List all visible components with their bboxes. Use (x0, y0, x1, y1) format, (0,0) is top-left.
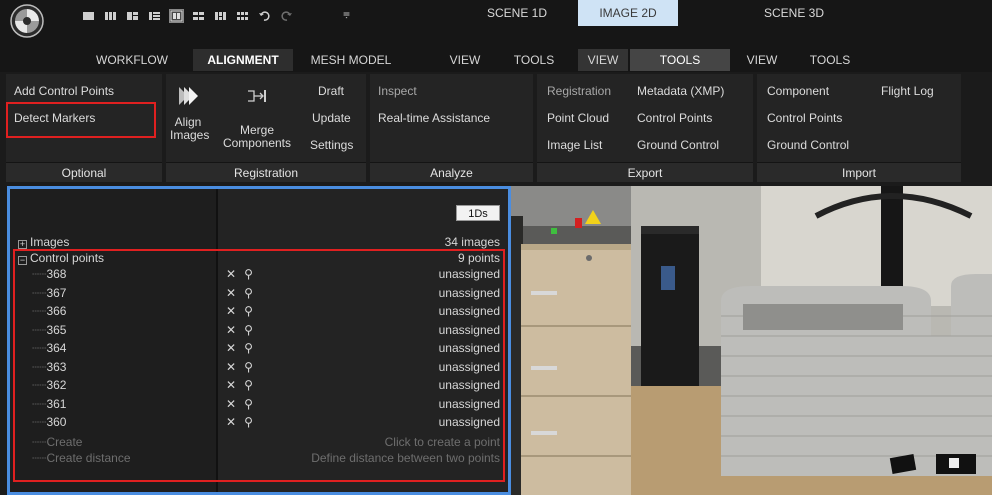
layout-1-icon[interactable] (82, 10, 95, 22)
group-label-analyze: Analyze (370, 162, 533, 182)
export-ground-control-button[interactable]: Ground Control (637, 138, 719, 152)
import-control-points-button[interactable]: Control Points (767, 111, 842, 125)
tab-alignment[interactable]: ALIGNMENT (193, 49, 293, 71)
layout-list-icon[interactable] (148, 10, 161, 22)
layout-3-columns-icon[interactable] (104, 10, 117, 22)
image-2d-viewport[interactable] (511, 186, 992, 495)
redo-icon[interactable] (280, 10, 293, 22)
merge-components-icon (248, 90, 266, 102)
tab-scene3d-tools[interactable]: TOOLS (800, 49, 860, 71)
tab-scene3d-view[interactable]: VIEW (740, 49, 784, 71)
group-export: Registration Point Cloud Image List Meta… (537, 74, 753, 182)
export-image-list-button[interactable]: Image List (547, 138, 602, 152)
view-badge: 1Ds (456, 205, 500, 221)
group-label-optional: Optional (6, 162, 162, 182)
highlight-detect-markers (6, 102, 156, 138)
title-bar: ⩦ SCENE 1D IMAGE 2D SCENE 3D (0, 0, 992, 44)
ribbon: Add Control Points Detect Markers Option… (0, 72, 992, 184)
group-label-registration: Registration (166, 162, 366, 182)
align-images-label-2: Images (170, 128, 210, 142)
layout-grid-icon[interactable] (169, 9, 184, 23)
expand-icon[interactable]: + (18, 240, 27, 249)
layout-top-icon[interactable] (214, 10, 227, 22)
export-registration-button[interactable]: Registration (547, 84, 611, 98)
tab-image-tools[interactable]: TOOLS (630, 49, 730, 71)
import-component-button[interactable]: Component (767, 84, 829, 98)
tab-tools[interactable]: TOOLS (506, 49, 562, 71)
layout-quad-icon[interactable] (192, 10, 205, 22)
tab-scene-1d[interactable]: SCENE 1D (482, 0, 552, 26)
tree-label-images: + Images (18, 235, 69, 250)
group-analyze: Inspect Real-time Assistance Analyze (370, 74, 533, 182)
customize-toolbar-dropdown-icon[interactable]: ⩦ (343, 6, 350, 21)
images-count: 34 images (444, 235, 500, 249)
group-import: Component Control Points Ground Control … (757, 74, 961, 182)
settings-button[interactable]: Settings (310, 138, 353, 152)
undo-icon[interactable] (258, 10, 271, 22)
draft-button[interactable]: Draft (318, 84, 344, 98)
tab-workflow[interactable]: WORKFLOW (82, 49, 182, 71)
highlight-control-points (13, 249, 505, 482)
import-ground-control-button[interactable]: Ground Control (767, 138, 849, 152)
export-metadata-button[interactable]: Metadata (XMP) (637, 84, 724, 98)
tab-view[interactable]: VIEW (440, 49, 490, 71)
group-label-import: Import (757, 162, 961, 182)
group-registration: Align Images Merge Components Draft Upda… (166, 74, 366, 182)
merge-components-label-2: Components (222, 136, 292, 150)
add-control-points-button[interactable]: Add Control Points (14, 84, 114, 98)
realtime-assistance-button[interactable]: Real-time Assistance (378, 111, 490, 125)
images-label: Images (30, 235, 70, 249)
tab-image-view[interactable]: VIEW (578, 49, 628, 71)
layout-six-icon[interactable] (236, 10, 249, 22)
merge-components-button[interactable]: Merge Components (214, 84, 300, 150)
tab-mesh-model[interactable]: MESH MODEL (303, 49, 399, 71)
layout-split-icon[interactable] (126, 10, 139, 22)
group-label-export: Export (537, 162, 753, 182)
update-button[interactable]: Update (312, 111, 351, 125)
tab-image-2d[interactable]: IMAGE 2D (578, 0, 678, 26)
app-logo-icon[interactable] (10, 4, 44, 38)
align-images-icon (179, 87, 198, 105)
align-images-button[interactable]: Align Images (170, 84, 210, 142)
export-point-cloud-button[interactable]: Point Cloud (547, 111, 609, 125)
scene-photo (511, 186, 992, 495)
tree-row-images[interactable]: + Images 34 images (10, 235, 508, 250)
tab-scene-3d[interactable]: SCENE 3D (759, 0, 829, 26)
quick-access-toolbar (82, 7, 293, 25)
import-flight-log-button[interactable]: Flight Log (881, 84, 934, 98)
scene-1d-panel: 1Ds + Images 34 images − Control points 9 … (7, 186, 511, 495)
export-control-points-button[interactable]: Control Points (637, 111, 712, 125)
inspect-button[interactable]: Inspect (378, 84, 417, 98)
